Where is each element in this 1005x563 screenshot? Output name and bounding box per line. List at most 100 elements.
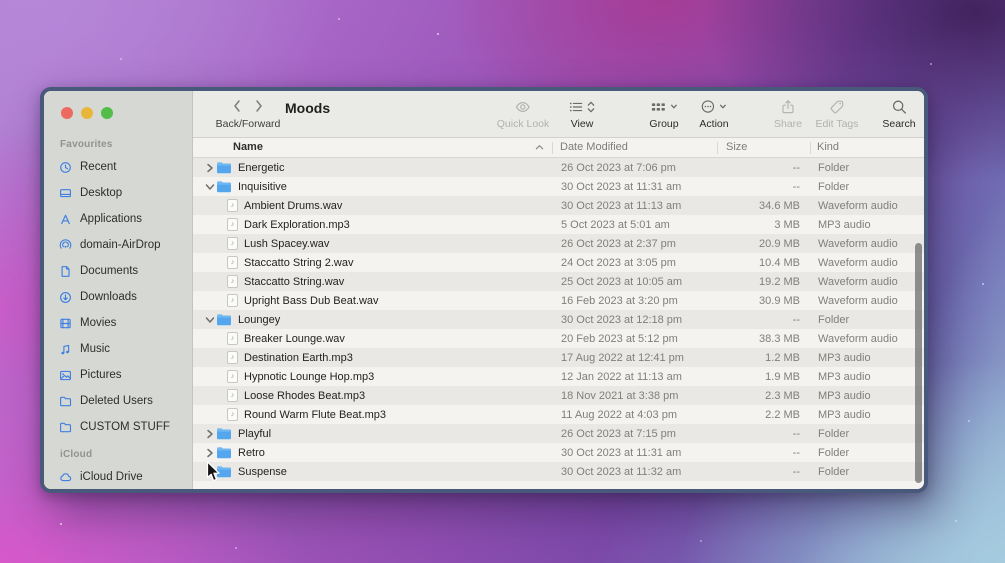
sidebar-item-recent[interactable]: Recent — [44, 154, 192, 180]
file-row[interactable]: ♪ Breaker Lounge.wav 20 Feb 2023 at 5:12 p… — [193, 329, 924, 348]
kind-cell: Waveform audio — [818, 256, 898, 269]
size-cell: 38.3 MB — [759, 332, 800, 345]
clock-icon — [58, 160, 73, 174]
action-button[interactable]: Action — [699, 97, 729, 135]
folder-icon — [216, 427, 232, 440]
edit-tags-button[interactable]: Edit Tags — [816, 97, 859, 135]
date-modified-cell: 17 Aug 2022 at 12:41 pm — [561, 351, 684, 364]
group-grid-icon — [649, 97, 678, 116]
file-row-folder[interactable]: Playful 26 Oct 2023 at 7:15 pm -- Folder — [193, 424, 924, 443]
file-row[interactable]: ♪ Round Warm Flute Beat.mp3 11 Aug 2022 at… — [193, 405, 924, 424]
sidebar-item-desktop[interactable]: Desktop — [44, 180, 192, 206]
audio-file-icon: ♪ — [227, 237, 238, 250]
name-cell: Inquisitive — [193, 180, 561, 193]
file-row-folder[interactable]: Energetic 26 Oct 2023 at 7:06 pm -- Folder — [193, 158, 924, 177]
sidebar-item-pictures[interactable]: Pictures — [44, 362, 192, 388]
sidebar-item-music[interactable]: Music — [44, 336, 192, 362]
file-row[interactable]: ♪ Staccatto String 2.wav 24 Oct 2023 at 3:… — [193, 253, 924, 272]
sidebar-item-deleted-users[interactable]: Deleted Users — [44, 388, 192, 414]
ellipsis-circle-icon — [699, 97, 728, 116]
sidebar-item-label: Recent — [80, 161, 117, 173]
vertical-scrollbar-thumb[interactable] — [915, 243, 922, 483]
minimize-button[interactable] — [81, 107, 93, 119]
column-header-size[interactable]: Size — [726, 141, 747, 153]
column-divider[interactable] — [552, 142, 553, 154]
file-row-folder[interactable]: Inquisitive 30 Oct 2023 at 11:31 am -- Fold… — [193, 177, 924, 196]
audio-file-icon: ♪ — [227, 256, 238, 269]
sidebar-item-label: iCloud Drive — [80, 471, 143, 483]
view-button[interactable]: View — [569, 97, 596, 135]
close-button[interactable] — [61, 107, 73, 119]
column-divider[interactable] — [717, 142, 718, 154]
name-cell: ♪ Staccatto String 2.wav — [193, 256, 561, 269]
disclosure-expanded-icon[interactable] — [203, 182, 216, 192]
sidebar-item-icloud-drive[interactable]: iCloud Drive — [44, 464, 192, 489]
file-row[interactable]: ♪ Upright Bass Dub Beat.wav 16 Feb 2023 at… — [193, 291, 924, 310]
finder-window: Favourites Recent Desktop Applications domai… — [40, 87, 928, 493]
sidebar-item-downloads[interactable]: Downloads — [44, 284, 192, 310]
file-row[interactable]: ♪ Hypnotic Lounge Hop.mp3 12 Jan 2022 at 1… — [193, 367, 924, 386]
disclosure-collapsed-icon[interactable] — [203, 448, 216, 458]
forward-button[interactable] — [254, 99, 264, 113]
tag-icon — [816, 97, 859, 116]
group-button[interactable]: Group — [649, 97, 679, 135]
size-cell: 2.3 MB — [765, 389, 800, 402]
sidebar-item-label: Downloads — [80, 291, 137, 303]
chevron-down-icon — [670, 104, 677, 109]
date-modified-cell: 11 Aug 2022 at 4:03 pm — [561, 408, 677, 421]
file-row-folder[interactable]: Suspense 30 Oct 2023 at 11:32 am -- Folder — [193, 462, 924, 481]
sidebar-item-movies[interactable]: Movies — [44, 310, 192, 336]
zoom-button[interactable] — [101, 107, 113, 119]
film-icon — [58, 316, 73, 330]
column-header-kind[interactable]: Kind — [817, 141, 839, 153]
up-down-chevrons-icon — [587, 101, 595, 112]
date-modified-cell: 26 Oct 2023 at 2:37 pm — [561, 237, 676, 250]
name-cell: Playful — [193, 427, 561, 440]
main-area: Back/Forward Moods Quick Look View Group… — [193, 91, 924, 489]
file-row[interactable]: ♪ Dark Exploration.mp3 5 Oct 2023 at 5:01 … — [193, 215, 924, 234]
kind-cell: Folder — [818, 180, 850, 193]
sidebar-item-label: domain-AirDrop — [80, 239, 161, 251]
kind-cell: MP3 audio — [818, 351, 871, 364]
sidebar-item-domain-airdrop[interactable]: domain-AirDrop — [44, 232, 192, 258]
airdrop-icon — [58, 238, 73, 252]
file-row-folder[interactable]: Retro 30 Oct 2023 at 11:31 am -- Folder — [193, 443, 924, 462]
disclosure-collapsed-icon[interactable] — [203, 163, 216, 173]
quick-look-button[interactable]: Quick Look — [497, 97, 550, 135]
kind-cell: Folder — [818, 465, 850, 478]
sidebar-item-custom-stuff[interactable]: CUSTOM STUFF — [44, 414, 192, 440]
file-row[interactable]: ♪ Loose Rhodes Beat.mp3 18 Nov 2021 at 3:3… — [193, 386, 924, 405]
name-cell: ♪ Dark Exploration.mp3 — [193, 218, 561, 231]
size-cell: 1.9 MB — [765, 370, 800, 383]
sidebar-section-gap — [44, 440, 192, 449]
column-divider[interactable] — [810, 142, 811, 154]
sidebar-sections: Favourites Recent Desktop Applications domai… — [44, 139, 192, 489]
sidebar: Favourites Recent Desktop Applications domai… — [44, 91, 193, 489]
date-modified-cell: 5 Oct 2023 at 5:01 am — [561, 218, 670, 231]
file-name: Loose Rhodes Beat.mp3 — [244, 389, 366, 402]
column-header-name[interactable]: Name — [233, 141, 263, 153]
list-column-headers: Name Date Modified Size Kind — [193, 138, 924, 158]
kind-cell: Waveform audio — [818, 294, 898, 307]
column-header-date-modified[interactable]: Date Modified — [560, 141, 628, 153]
eye-icon — [497, 97, 550, 116]
sidebar-item-documents[interactable]: Documents — [44, 258, 192, 284]
file-row[interactable]: ♪ Staccatto String.wav 25 Oct 2023 at 10:0… — [193, 272, 924, 291]
file-name: Lush Spacey.wav — [244, 237, 330, 250]
share-button[interactable]: Share — [774, 97, 802, 135]
disclosure-expanded-icon[interactable] — [203, 315, 216, 325]
kind-cell: Folder — [818, 446, 850, 459]
file-name: Inquisitive — [238, 180, 287, 193]
sidebar-item-applications[interactable]: Applications — [44, 206, 192, 232]
file-row[interactable]: ♪ Lush Spacey.wav 26 Oct 2023 at 2:37 pm 20… — [193, 234, 924, 253]
search-button[interactable]: Search — [882, 97, 916, 135]
file-row[interactable]: ♪ Ambient Drums.wav 30 Oct 2023 at 11:13 a… — [193, 196, 924, 215]
back-button[interactable] — [232, 99, 242, 113]
desktop-icon — [58, 186, 73, 200]
file-row[interactable]: ♪ Destination Earth.mp3 17 Aug 2022 at 12:… — [193, 348, 924, 367]
kind-cell: Folder — [818, 427, 850, 440]
file-row-folder[interactable]: Loungey 30 Oct 2023 at 12:18 pm -- Folder — [193, 310, 924, 329]
sidebar-section-title: iCloud — [60, 449, 93, 460]
disclosure-collapsed-icon[interactable] — [203, 429, 216, 439]
size-cell: 10.4 MB — [759, 256, 800, 269]
